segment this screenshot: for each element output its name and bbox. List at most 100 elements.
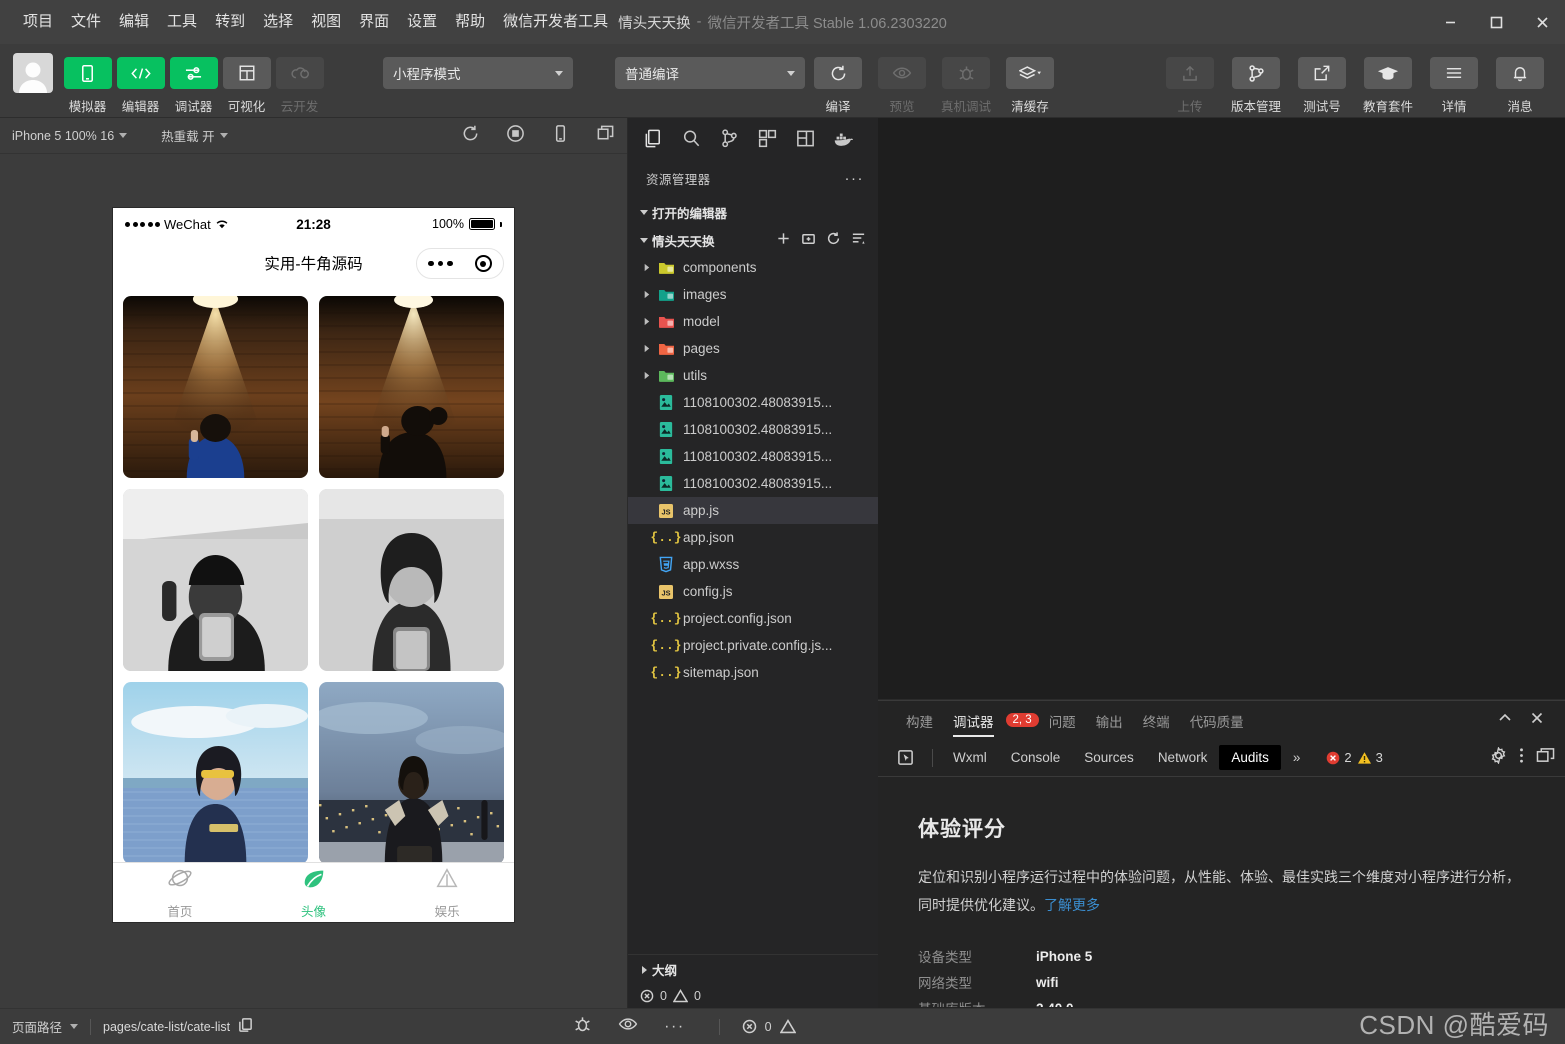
toolbar-button-消息[interactable]: 消息 <box>1487 49 1553 115</box>
toolbar-button-可视化[interactable]: 可视化 <box>220 49 273 115</box>
close-icon[interactable] <box>1529 710 1545 731</box>
code-icon[interactable] <box>116 57 165 89</box>
chevron-right-icon[interactable] <box>637 290 655 299</box>
devtools-tab-console[interactable]: Console <box>999 745 1073 770</box>
avatar-tile[interactable] <box>123 489 308 671</box>
menu-item-5[interactable]: 选择 <box>254 8 302 36</box>
debugger-tab-问题[interactable]: 问题 <box>1039 702 1086 739</box>
menu-item-8[interactable]: 设置 <box>398 8 446 36</box>
toolbar-button-详情[interactable]: 详情 <box>1421 49 1487 115</box>
eye-icon[interactable] <box>618 1014 638 1039</box>
chevron-right-icon[interactable] <box>637 344 655 353</box>
refresh-icon[interactable] <box>814 57 862 89</box>
devtools-tab-sources[interactable]: Sources <box>1072 745 1146 770</box>
device-select[interactable]: iPhone 5 100% 16 <box>12 129 128 143</box>
wechat-capsule-button[interactable] <box>416 248 504 279</box>
settings-gear-icon[interactable] <box>1490 745 1507 769</box>
tree-file-row[interactable]: {..} sitemap.json <box>628 659 878 686</box>
hotreload-select[interactable]: 热重载 开 <box>161 126 228 145</box>
tree-file-row[interactable]: app.wxss <box>628 551 878 578</box>
bug-icon[interactable] <box>573 1015 592 1039</box>
toolbar-button-版本管理[interactable]: 版本管理 <box>1223 49 1289 115</box>
toolbar-button-教育套件[interactable]: 教育套件 <box>1355 49 1421 115</box>
explorer-more-button[interactable]: ··· <box>845 170 865 187</box>
menu-item-6[interactable]: 视图 <box>302 8 350 36</box>
tree-file-row[interactable]: {..} project.private.config.js... <box>628 632 878 659</box>
kebab-menu-icon[interactable] <box>1519 747 1524 769</box>
devtools-overflow-button[interactable]: » <box>1281 745 1313 770</box>
minimize-button[interactable] <box>1427 0 1473 44</box>
copy-icon[interactable] <box>238 1017 253 1037</box>
menu-item-3[interactable]: 工具 <box>158 8 206 36</box>
toolbar-button-编译[interactable]: 编译 <box>807 49 869 115</box>
section-project-root[interactable]: 情头天天换 <box>628 226 878 254</box>
tree-file-row[interactable]: 1108100302.48083915... <box>628 416 878 443</box>
layout-icon[interactable] <box>786 120 824 156</box>
phone-icon[interactable] <box>63 57 112 89</box>
more-icon[interactable]: ··· <box>664 1018 684 1036</box>
chevron-right-icon[interactable] <box>637 371 655 380</box>
tree-file-row[interactable]: JS config.js <box>628 578 878 605</box>
status-problem-counts[interactable]: 0 <box>715 1018 804 1035</box>
chevron-right-icon[interactable] <box>637 263 655 272</box>
debugger-tab-输出[interactable]: 输出 <box>1086 702 1133 739</box>
more-dots-icon[interactable] <box>428 260 453 267</box>
extensions-icon[interactable] <box>748 120 786 156</box>
menu-item-10[interactable]: 微信开发者工具 <box>494 8 617 36</box>
debugger-tab-调试器[interactable]: 调试器 <box>943 702 1004 739</box>
collapse-all-icon[interactable] <box>851 231 866 249</box>
phone-tab-头像[interactable]: 头像 <box>247 863 381 922</box>
bell-icon[interactable] <box>1496 57 1544 89</box>
maximize-button[interactable] <box>1473 0 1519 44</box>
refresh-icon[interactable] <box>461 124 480 148</box>
external-link-icon[interactable] <box>1298 57 1346 89</box>
learn-more-link[interactable]: 了解更多 <box>1044 897 1100 913</box>
menu-item-2[interactable]: 编辑 <box>110 8 158 36</box>
devtools-tab-network[interactable]: Network <box>1146 745 1220 770</box>
rotate-device-icon[interactable] <box>551 124 570 148</box>
tree-folder-row[interactable]: components <box>628 254 878 281</box>
menu-item-0[interactable]: 项目 <box>14 8 62 36</box>
devtools-tab-wxml[interactable]: Wxml <box>941 745 999 770</box>
tree-folder-row[interactable]: pages <box>628 335 878 362</box>
graduation-cap-icon[interactable] <box>1364 57 1412 89</box>
chevron-right-icon[interactable] <box>637 317 655 326</box>
compile-mode-select[interactable]: 小程序模式 <box>383 57 573 89</box>
toolbar-button-调试器[interactable]: 调试器 <box>167 49 220 115</box>
close-button[interactable] <box>1519 0 1565 44</box>
tree-file-row[interactable]: 1108100302.48083915... <box>628 389 878 416</box>
avatar-tile[interactable] <box>319 296 504 478</box>
devtools-tab-audits[interactable]: Audits <box>1219 745 1281 770</box>
error-count[interactable]: 2 <box>1326 750 1352 765</box>
page-path-label[interactable]: 页面路径 <box>12 1017 62 1036</box>
avatar-tile[interactable] <box>123 682 308 862</box>
phone-tab-首页[interactable]: 首页 <box>113 863 247 922</box>
menu-item-4[interactable]: 转到 <box>206 8 254 36</box>
tree-folder-row[interactable]: model <box>628 308 878 335</box>
new-file-icon[interactable] <box>776 231 791 249</box>
menu-item-1[interactable]: 文件 <box>62 8 110 36</box>
phone-tab-娱乐[interactable]: 娱乐 <box>380 863 514 922</box>
toolbar-button-模拟器[interactable]: 模拟器 <box>61 49 114 115</box>
docker-icon[interactable] <box>824 120 862 156</box>
toolbar-button-编辑器[interactable]: 编辑器 <box>114 49 167 115</box>
record-icon[interactable] <box>506 124 525 148</box>
section-open-editors[interactable]: 打开的编辑器 <box>628 198 878 226</box>
new-folder-icon[interactable] <box>801 231 816 249</box>
user-avatar[interactable] <box>13 53 53 93</box>
debugger-tab-代码质量[interactable]: 代码质量 <box>1180 702 1254 739</box>
build-mode-select[interactable]: 普通编译 <box>615 57 805 89</box>
target-circle-icon[interactable] <box>474 255 492 272</box>
tree-file-row[interactable]: JS app.js <box>628 497 878 524</box>
tree-file-row[interactable]: {..} project.config.json <box>628 605 878 632</box>
outline-section[interactable]: 大纲 <box>628 954 878 984</box>
debugger-tab-终端[interactable]: 终端 <box>1133 702 1180 739</box>
layout-icon[interactable] <box>222 57 271 89</box>
avatar-tile[interactable] <box>123 296 308 478</box>
tree-file-row[interactable]: 1108100302.48083915... <box>628 443 878 470</box>
tree-folder-row[interactable]: images <box>628 281 878 308</box>
tree-file-row[interactable]: {..} app.json <box>628 524 878 551</box>
toolbar-button-测试号[interactable]: 测试号 <box>1289 49 1355 115</box>
dock-icon[interactable] <box>1536 747 1555 769</box>
tree-folder-row[interactable]: utils <box>628 362 878 389</box>
